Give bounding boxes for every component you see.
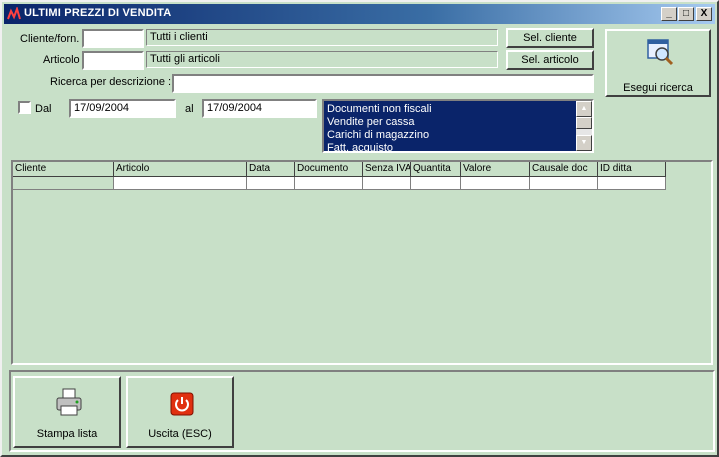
search-button[interactable]: Esegui ricerca (605, 29, 711, 97)
scroll-thumb[interactable] (576, 117, 592, 129)
table-cell[interactable] (411, 177, 461, 190)
column-header-valore[interactable]: Valore (461, 162, 530, 177)
main-window: ULTIMI PREZZI DI VENDITA _ □ X Cliente/f… (0, 0, 719, 457)
column-header-articolo[interactable]: Articolo (114, 162, 247, 177)
date-filter-checkbox[interactable] (18, 101, 31, 114)
table-cell[interactable] (598, 177, 666, 190)
maximize-button[interactable]: □ (678, 7, 694, 21)
table-cell[interactable] (363, 177, 411, 190)
print-list-button[interactable]: Stampa lista (13, 376, 121, 448)
list-item[interactable]: Carichi di magazzino (327, 129, 429, 142)
minimize-button[interactable]: _ (661, 7, 677, 21)
list-scrollbar[interactable]: ▲ ▼ (576, 101, 592, 151)
window-title: ULTIMI PREZZI DI VENDITA (24, 7, 172, 19)
column-header-data[interactable]: Data (247, 162, 295, 177)
column-header-cliente[interactable]: Cliente (13, 162, 114, 177)
app-icon (7, 7, 21, 20)
date-to-input[interactable]: 17/09/2004 (202, 99, 317, 118)
table-cell[interactable] (295, 177, 363, 190)
exit-button[interactable]: Uscita (ESC) (126, 376, 234, 448)
description-search-label: Ricerca per descrizione : (50, 76, 172, 88)
table-cell[interactable] (114, 177, 247, 190)
document-type-list[interactable]: Documenti non fiscali Vendite per cassa … (322, 99, 594, 153)
select-article-button[interactable]: Sel. articolo (506, 50, 594, 70)
cliente-name-display: Tutti i clienti (146, 29, 498, 46)
scroll-down-icon[interactable]: ▼ (576, 135, 592, 151)
results-grid[interactable]: Cliente Articolo Data Documento Senza IV… (11, 160, 713, 365)
table-cell[interactable] (13, 177, 114, 190)
al-label: al (185, 103, 194, 115)
select-client-button[interactable]: Sel. cliente (506, 28, 594, 48)
list-item[interactable]: Fatt. acquisto (327, 142, 393, 151)
search-button-label: Esegui ricerca (623, 82, 693, 94)
column-header-quantita[interactable]: Quantita (411, 162, 461, 177)
close-button[interactable]: X (696, 7, 712, 21)
table-cell[interactable] (530, 177, 598, 190)
list-item[interactable]: Vendite per cassa (327, 116, 414, 129)
list-item[interactable]: Documenti non fiscali (327, 103, 432, 116)
column-header-causale-doc[interactable]: Causale doc (530, 162, 598, 177)
description-search-input[interactable] (172, 74, 594, 93)
cliente-label: Cliente/forn. (20, 33, 80, 45)
column-header-id-ditta[interactable]: ID ditta (598, 162, 666, 177)
articolo-code-input[interactable] (82, 51, 144, 70)
printer-icon (56, 388, 82, 416)
print-list-label: Stampa lista (36, 428, 98, 440)
power-icon (170, 392, 194, 416)
table-cell[interactable] (461, 177, 530, 190)
title-bar[interactable]: ULTIMI PREZZI DI VENDITA _ □ X (4, 4, 715, 24)
column-header-senza-iva[interactable]: Senza IVA (363, 162, 411, 177)
exit-button-label: Uscita (ESC) (148, 428, 212, 440)
magnifier-window-icon (647, 39, 674, 66)
scroll-up-icon[interactable]: ▲ (576, 101, 592, 117)
articolo-name-display: Tutti gli articoli (146, 51, 498, 68)
cliente-code-input[interactable] (82, 29, 144, 48)
date-from-input[interactable]: 17/09/2004 (69, 99, 176, 118)
column-header-documento[interactable]: Documento (295, 162, 363, 177)
articolo-label: Articolo (43, 54, 80, 66)
dal-label: Dal (35, 103, 52, 115)
table-cell[interactable] (247, 177, 295, 190)
